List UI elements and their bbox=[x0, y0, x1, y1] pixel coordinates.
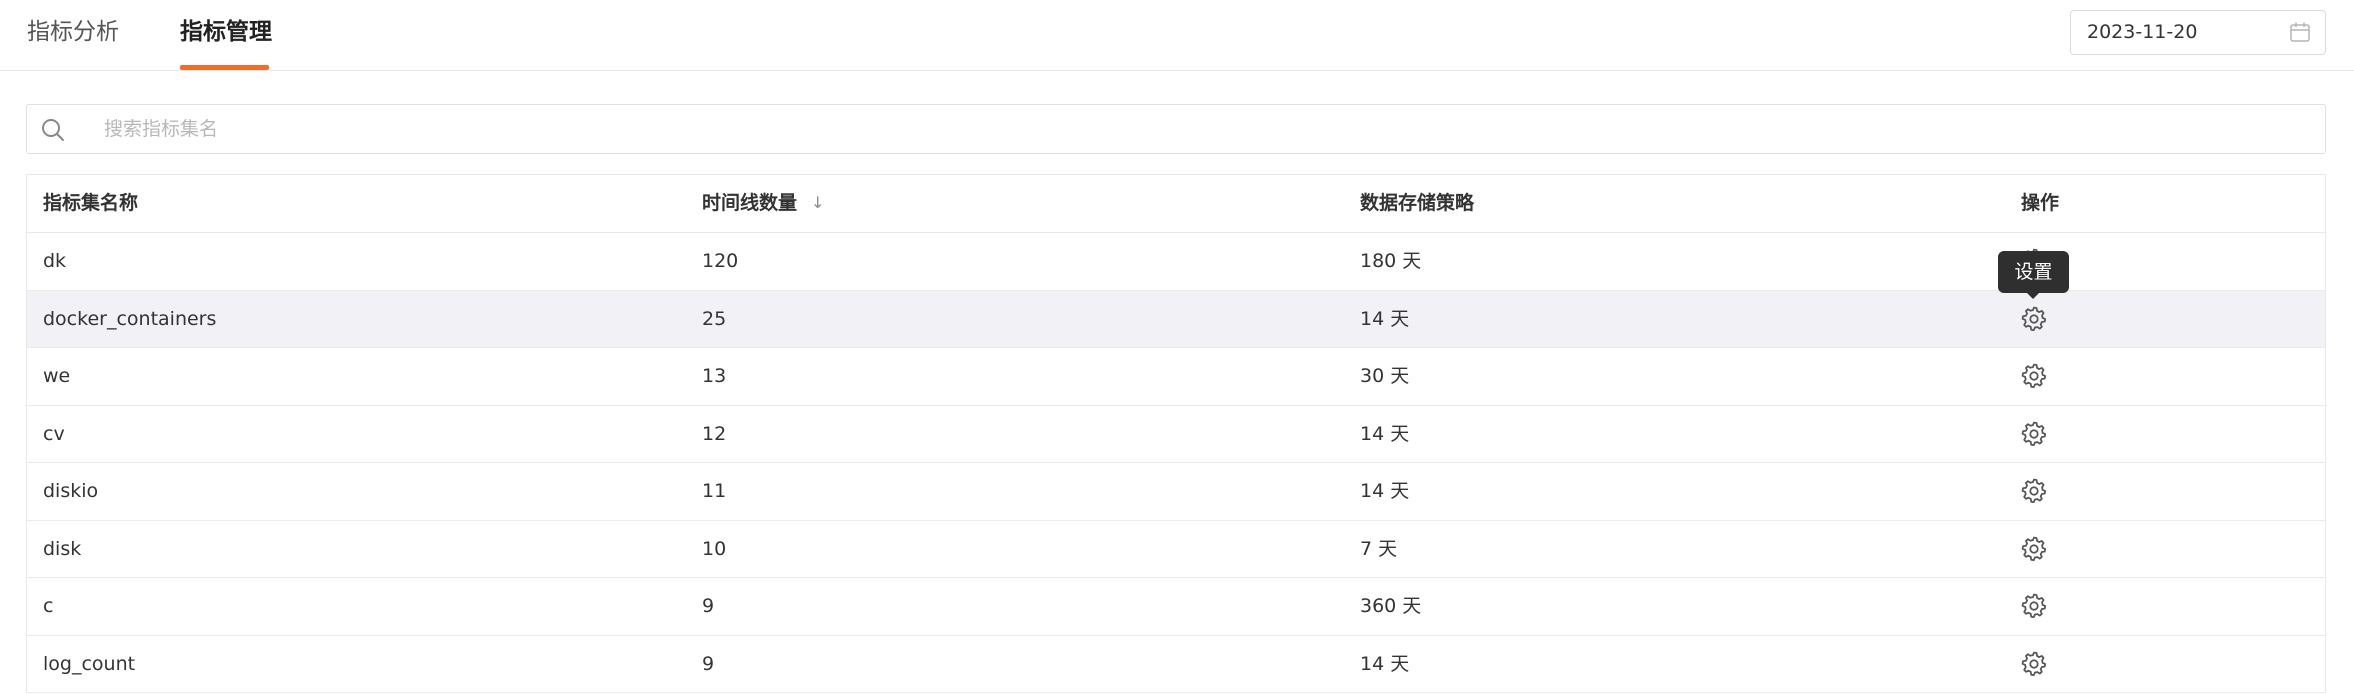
search-input[interactable] bbox=[77, 106, 2307, 152]
table-row: c 9 360 天 bbox=[27, 578, 2325, 636]
retention-policy: 14 天 bbox=[1360, 652, 1410, 675]
column-header-count[interactable]: 时间线数量 ↓ bbox=[702, 175, 824, 231]
table-row: log_count 9 14 天 bbox=[27, 636, 2325, 693]
sort-desc-icon[interactable]: ↓ bbox=[811, 175, 824, 231]
timeline-count: 11 bbox=[702, 480, 727, 502]
metric-set-name: log_count bbox=[43, 652, 136, 675]
column-header-actions: 操作 bbox=[2021, 192, 2060, 214]
timeline-count: 12 bbox=[702, 422, 727, 445]
gear-icon[interactable] bbox=[2020, 592, 2048, 620]
calendar-icon bbox=[2290, 22, 2310, 42]
gear-icon[interactable] bbox=[2020, 477, 2048, 505]
table-row: we 13 30 天 bbox=[27, 348, 2325, 406]
retention-policy: 30 天 bbox=[1360, 365, 1410, 387]
gear-icon[interactable] bbox=[2020, 535, 2048, 563]
table-row: dk 120 180 天 bbox=[27, 233, 2325, 291]
table-row: docker_containers 25 14 天 bbox=[27, 290, 2325, 348]
metric-set-table: 指标集名称 时间线数量 ↓ 数据存储策略 操作 dk 120 180 天 dock… bbox=[26, 174, 2326, 693]
metric-set-name: we bbox=[43, 365, 71, 387]
metric-set-name: disk bbox=[43, 537, 82, 560]
table-row: cv 12 14 天 bbox=[27, 406, 2325, 463]
retention-policy: 14 天 bbox=[1360, 480, 1410, 502]
metric-set-name: c bbox=[43, 595, 54, 617]
retention-policy: 180 天 bbox=[1360, 250, 1422, 272]
timeline-count: 120 bbox=[702, 250, 739, 272]
table-row: disk 10 7 天 bbox=[27, 521, 2325, 578]
timeline-count: 9 bbox=[702, 652, 715, 675]
column-header-retention: 数据存储策略 bbox=[1360, 192, 1475, 214]
search-box[interactable] bbox=[26, 104, 2326, 154]
column-header-name: 指标集名称 bbox=[43, 192, 139, 214]
metric-set-name: cv bbox=[43, 422, 65, 445]
tab-metric-analysis[interactable]: 指标分析 bbox=[27, 0, 119, 71]
metric-set-name: dk bbox=[43, 250, 67, 272]
table-row: diskio 11 14 天 bbox=[27, 463, 2325, 521]
settings-tooltip: 设置 bbox=[1998, 251, 2069, 293]
tooltip-arrow bbox=[2026, 292, 2040, 299]
retention-policy: 14 天 bbox=[1360, 422, 1410, 445]
retention-policy: 360 天 bbox=[1360, 595, 1422, 617]
date-value: 2023-11-20 bbox=[2087, 21, 2198, 43]
metric-set-name: diskio bbox=[43, 480, 99, 502]
retention-policy: 7 天 bbox=[1360, 537, 1398, 560]
metric-set-name: docker_containers bbox=[43, 307, 217, 330]
timeline-count: 10 bbox=[702, 537, 727, 560]
gear-icon[interactable] bbox=[2020, 650, 2048, 678]
table-header: 指标集名称 时间线数量 ↓ 数据存储策略 操作 bbox=[27, 175, 2325, 233]
retention-policy: 14 天 bbox=[1360, 307, 1410, 330]
active-tab-indicator bbox=[180, 65, 269, 70]
search-icon bbox=[42, 119, 64, 141]
tab-metric-management[interactable]: 指标管理 bbox=[180, 0, 272, 71]
timeline-count: 25 bbox=[702, 307, 727, 330]
gear-icon[interactable] bbox=[2020, 305, 2048, 333]
top-bar: 指标分析 指标管理 2023-11-20 bbox=[0, 0, 2354, 71]
date-picker[interactable]: 2023-11-20 bbox=[2070, 10, 2326, 55]
timeline-count: 13 bbox=[702, 365, 727, 387]
timeline-count: 9 bbox=[702, 595, 715, 617]
column-header-count-label: 时间线数量 bbox=[702, 192, 798, 214]
gear-icon[interactable] bbox=[2020, 420, 2048, 448]
gear-icon[interactable] bbox=[2020, 362, 2048, 390]
